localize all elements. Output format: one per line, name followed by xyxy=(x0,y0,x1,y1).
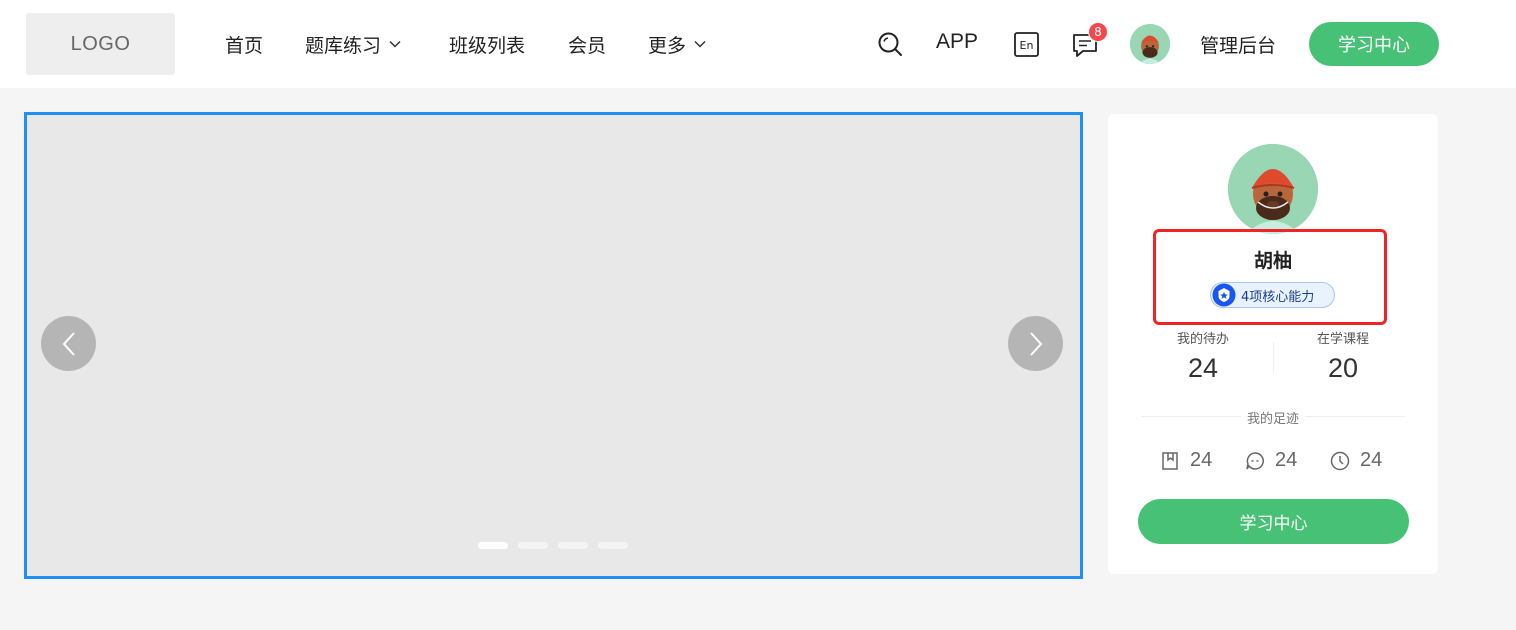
footprint-value: 24 xyxy=(1360,449,1383,471)
footprint-value: 24 xyxy=(1190,449,1213,471)
nav-item-membership[interactable]: 会员 xyxy=(568,31,606,58)
language-en-icon: En xyxy=(1013,31,1039,57)
carousel-indicators xyxy=(478,542,628,549)
clock-icon xyxy=(1330,451,1350,470)
top-navigation-bar: LOGO 首页 题库练习 班级列表 会员 更多 APP En 8 管理后台 学习… xyxy=(0,0,1516,88)
courses-count: 20 xyxy=(1327,353,1359,383)
nav-item-label: 首页 xyxy=(225,34,264,57)
core-ability-label: 4项核心能力 xyxy=(1241,289,1315,305)
nav-item-question-bank[interactable]: 题库练习 xyxy=(305,31,401,58)
nav-item-label: 题库练习 xyxy=(305,34,382,57)
search-button[interactable] xyxy=(876,30,904,58)
chevron-down-icon xyxy=(389,40,401,48)
nav-item-home[interactable]: 首页 xyxy=(225,31,263,58)
app-download-link[interactable]: APP xyxy=(936,30,978,54)
footprint-bookmarks[interactable]: 24 xyxy=(1160,449,1212,472)
carousel-prev-button[interactable] xyxy=(41,316,96,371)
footprint-history[interactable]: 24 xyxy=(1330,449,1382,472)
carousel-dot[interactable] xyxy=(598,542,628,549)
carousel-dot[interactable] xyxy=(478,542,508,549)
nav-item-label: 班级列表 xyxy=(449,34,526,57)
bookmark-icon xyxy=(1162,451,1178,470)
stat-divider xyxy=(1273,342,1274,372)
search-icon xyxy=(878,32,902,56)
award-icon xyxy=(1212,283,1236,307)
carousel-dot[interactable] xyxy=(558,542,588,549)
highlight-annotation-box xyxy=(1153,229,1387,325)
carousel-dot[interactable] xyxy=(518,542,548,549)
user-name: 胡柚 xyxy=(1253,250,1292,272)
language-switch-button[interactable]: En xyxy=(1013,31,1039,57)
banner-carousel[interactable] xyxy=(24,112,1083,579)
chevron-down-icon xyxy=(694,40,706,48)
svg-text:En: En xyxy=(1019,39,1033,52)
todo-label: 我的待办 xyxy=(1176,332,1229,347)
study-center-button[interactable]: 学习中心 xyxy=(1309,22,1439,66)
nav-item-class-list[interactable]: 班级列表 xyxy=(449,31,525,58)
chevron-left-icon xyxy=(62,331,75,356)
comment-icon xyxy=(1246,451,1264,470)
user-profile-card: 胡柚 4项核心能力 我的待办 24 在学课程 20 我的足迹 24 24 24 … xyxy=(1108,114,1438,574)
message-count-badge: 8 xyxy=(1088,22,1108,42)
study-center-card-button[interactable]: 学习中心 xyxy=(1138,499,1409,544)
footprint-heading: 我的足迹 xyxy=(1108,408,1438,427)
footprint-label: 我的足迹 xyxy=(1240,412,1305,427)
avatar-image xyxy=(1228,144,1318,234)
courses-stat[interactable]: 在学课程 20 xyxy=(1283,328,1403,384)
courses-label: 在学课程 xyxy=(1316,332,1369,347)
footprint-comments[interactable]: 24 xyxy=(1245,449,1297,472)
todo-stat[interactable]: 我的待办 24 xyxy=(1143,328,1263,384)
profile-avatar[interactable] xyxy=(1228,144,1318,234)
footprint-value: 24 xyxy=(1275,449,1298,471)
avatar[interactable] xyxy=(1130,24,1170,64)
carousel-next-button[interactable] xyxy=(1008,316,1063,371)
core-ability-badge[interactable]: 4项核心能力 xyxy=(1210,282,1335,308)
admin-console-link[interactable]: 管理后台 xyxy=(1200,31,1276,58)
todo-count: 24 xyxy=(1187,353,1219,383)
nav-item-label: 会员 xyxy=(568,34,607,57)
avatar-image xyxy=(1130,24,1170,64)
nav-item-more[interactable]: 更多 xyxy=(648,31,706,58)
logo[interactable]: LOGO xyxy=(26,13,175,75)
nav-item-label: 更多 xyxy=(648,34,687,57)
chevron-right-icon xyxy=(1029,331,1042,356)
